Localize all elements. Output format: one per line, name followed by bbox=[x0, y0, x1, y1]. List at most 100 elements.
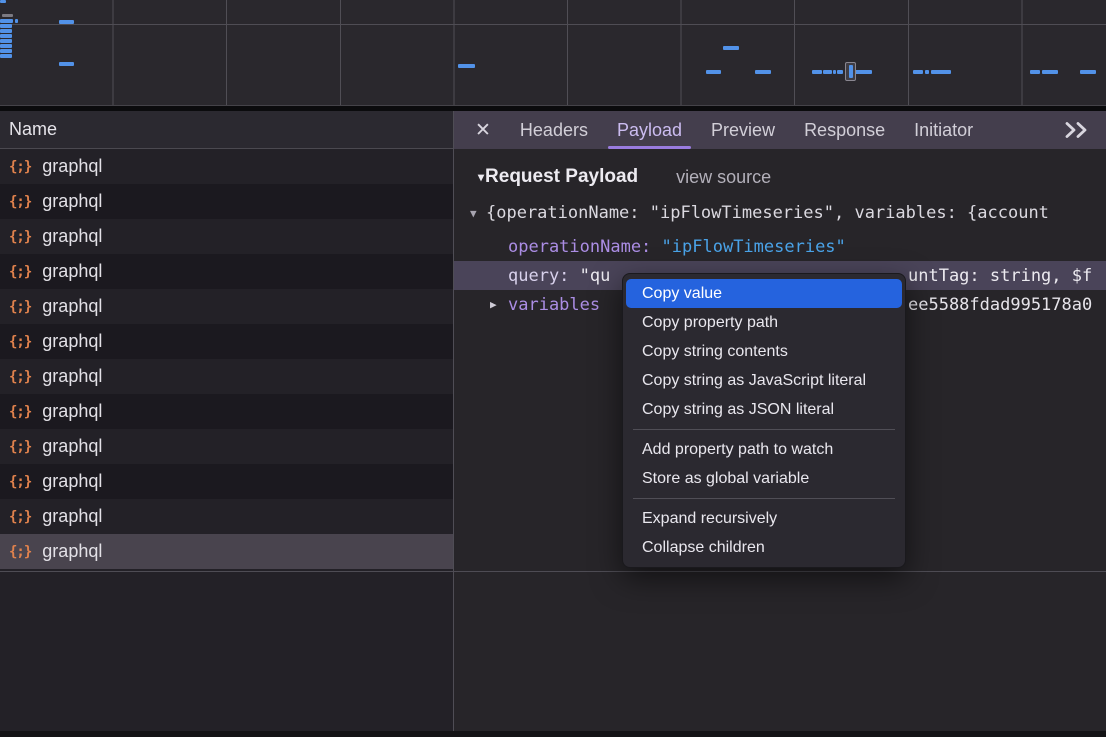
request-name: graphql bbox=[42, 261, 102, 282]
menu-item-copy-property-path[interactable]: Copy property path bbox=[623, 308, 905, 337]
name-column-header[interactable]: Name bbox=[0, 111, 453, 149]
table-row[interactable]: {;} graphql bbox=[0, 499, 453, 534]
timeline-bar bbox=[59, 20, 74, 24]
section-expand-icon[interactable]: ▾ bbox=[478, 170, 484, 184]
property-value-left: "qu bbox=[580, 266, 611, 286]
property-key: operationName: bbox=[508, 237, 651, 257]
json-braces-icon: {;} bbox=[9, 509, 31, 525]
tab-payload[interactable]: Payload bbox=[617, 111, 682, 149]
json-braces-icon: {;} bbox=[9, 439, 31, 455]
request-list: {;} graphql {;} graphql {;} graphql {;} graphql… bbox=[0, 149, 453, 569]
table-row[interactable]: {;} graphql bbox=[0, 464, 453, 499]
window-bottom-edge bbox=[0, 731, 1106, 737]
timeline-bar bbox=[723, 46, 739, 50]
property-value: "ipFlowTimeseries" bbox=[662, 237, 846, 257]
menu-item-copy-value[interactable]: Copy value bbox=[626, 279, 902, 308]
table-row[interactable]: {;} graphql bbox=[0, 394, 453, 429]
json-braces-icon: {;} bbox=[9, 299, 31, 315]
request-name: graphql bbox=[42, 331, 102, 352]
menu-item-collapse-children[interactable]: Collapse children bbox=[623, 533, 905, 562]
spacer bbox=[651, 237, 661, 257]
json-braces-icon: {;} bbox=[9, 369, 31, 385]
table-row[interactable]: {;} graphql bbox=[0, 534, 453, 569]
table-row[interactable]: {;}graphql bbox=[0, 149, 453, 184]
timeline-bar bbox=[706, 70, 721, 74]
timeline-bar bbox=[15, 19, 18, 23]
request-name: graphql bbox=[42, 506, 102, 527]
timeline-bar bbox=[855, 70, 872, 74]
menu-item-store-as-global-variable[interactable]: Store as global variable bbox=[623, 464, 905, 493]
menu-item-add-property-path-to-watch[interactable]: Add property path to watch bbox=[623, 435, 905, 464]
tab-headers[interactable]: Headers bbox=[520, 111, 588, 149]
timeline-bar bbox=[931, 70, 951, 74]
timeline-bar bbox=[0, 24, 12, 28]
tabs-container: Headers Payload Preview Response Initiator bbox=[491, 111, 973, 149]
table-row[interactable]: {;} graphql bbox=[0, 254, 453, 289]
close-icon[interactable]: ✕ bbox=[475, 121, 491, 140]
summary-bar-divider bbox=[0, 571, 1106, 572]
timeline-selection-marker[interactable] bbox=[845, 62, 856, 81]
timeline-bar bbox=[0, 44, 12, 48]
request-name: graphql bbox=[42, 191, 102, 212]
json-braces-icon: {;} bbox=[9, 194, 31, 210]
json-braces-icon: {;} bbox=[9, 159, 31, 175]
json-braces-icon: {;} bbox=[9, 264, 31, 280]
panel-divider[interactable] bbox=[453, 111, 454, 731]
request-name: graphql bbox=[42, 436, 102, 457]
property-key: query: bbox=[508, 266, 569, 286]
network-overview[interactable] bbox=[0, 0, 1106, 106]
timeline-bar bbox=[913, 70, 923, 74]
property-key: variables bbox=[508, 295, 600, 315]
operation-name-row[interactable]: operationName: "ipFlowTimeseries" bbox=[454, 232, 1106, 261]
table-row[interactable]: {;} graphql bbox=[0, 219, 453, 254]
request-table: Name {;}graphql{;}graphql{;}graphql{;}gr… bbox=[0, 111, 453, 731]
timeline-bar bbox=[0, 34, 12, 38]
json-braces-icon: {;} bbox=[9, 404, 31, 420]
property-value-right: untTag: string, $f bbox=[908, 261, 1092, 290]
devtools-window: Name {;}graphql{;}graphql{;}graphql{;}gr… bbox=[0, 0, 1106, 737]
json-braces-icon: {;} bbox=[9, 474, 31, 490]
request-name: graphql bbox=[42, 296, 102, 317]
request-name: graphql bbox=[42, 401, 102, 422]
tab-preview[interactable]: Preview bbox=[711, 111, 775, 149]
menu-item-expand-recursively[interactable]: Expand recursively bbox=[623, 504, 905, 533]
property-value-right: ee5588fdad995178a0 bbox=[908, 290, 1092, 319]
table-row[interactable]: {;} graphql bbox=[0, 359, 453, 394]
tab-response[interactable]: Response bbox=[804, 111, 885, 149]
menu-separator bbox=[633, 498, 895, 499]
json-braces-icon: {;} bbox=[9, 334, 31, 350]
timeline-bar bbox=[59, 62, 74, 66]
json-braces-icon: {;} bbox=[9, 229, 31, 245]
table-row[interactable]: {;} graphql bbox=[0, 429, 453, 464]
request-name: graphql bbox=[42, 366, 102, 387]
request-name: graphql bbox=[42, 541, 102, 562]
table-row[interactable]: {;} graphql bbox=[0, 289, 453, 324]
request-name: graphql bbox=[42, 226, 102, 247]
timeline-bar bbox=[1080, 70, 1096, 74]
tab-initiator[interactable]: Initiator bbox=[914, 111, 973, 149]
overview-gridline bbox=[0, 24, 1106, 25]
json-braces-icon: {;} bbox=[9, 544, 31, 560]
timeline-bar bbox=[1042, 70, 1058, 74]
view-source-link[interactable]: view source bbox=[676, 167, 771, 188]
payload-root-row[interactable]: ▼ {operationName: "ipFlowTimeseries", va… bbox=[454, 198, 1106, 228]
request-payload-section[interactable]: ▾ Request Payload view source bbox=[454, 162, 1106, 192]
request-name: graphql bbox=[42, 471, 102, 492]
expand-icon[interactable]: ▼ bbox=[470, 207, 486, 220]
timeline-bar bbox=[0, 19, 13, 23]
more-tabs-button[interactable] bbox=[1062, 121, 1092, 139]
menu-separator bbox=[633, 429, 895, 430]
menu-item-copy-string-as-javascript-literal[interactable]: Copy string as JavaScript literal bbox=[623, 366, 905, 395]
table-row[interactable]: {;} graphql bbox=[0, 184, 453, 219]
menu-item-copy-string-contents[interactable]: Copy string contents bbox=[623, 337, 905, 366]
timeline-bar bbox=[0, 49, 12, 53]
collapsed-icon[interactable]: ▶ bbox=[490, 298, 508, 311]
timeline-bar bbox=[837, 70, 843, 74]
table-row[interactable]: {;} graphql bbox=[0, 324, 453, 359]
payload-preview-text: {operationName: "ipFlowTimeseries", vari… bbox=[486, 203, 1049, 223]
timeline-bar-grey bbox=[2, 14, 13, 17]
timeline-bar bbox=[755, 70, 771, 74]
timeline-bar bbox=[833, 70, 836, 74]
chevron-double-right-icon bbox=[1062, 121, 1092, 139]
menu-item-copy-string-as-json-literal[interactable]: Copy string as JSON literal bbox=[623, 395, 905, 424]
